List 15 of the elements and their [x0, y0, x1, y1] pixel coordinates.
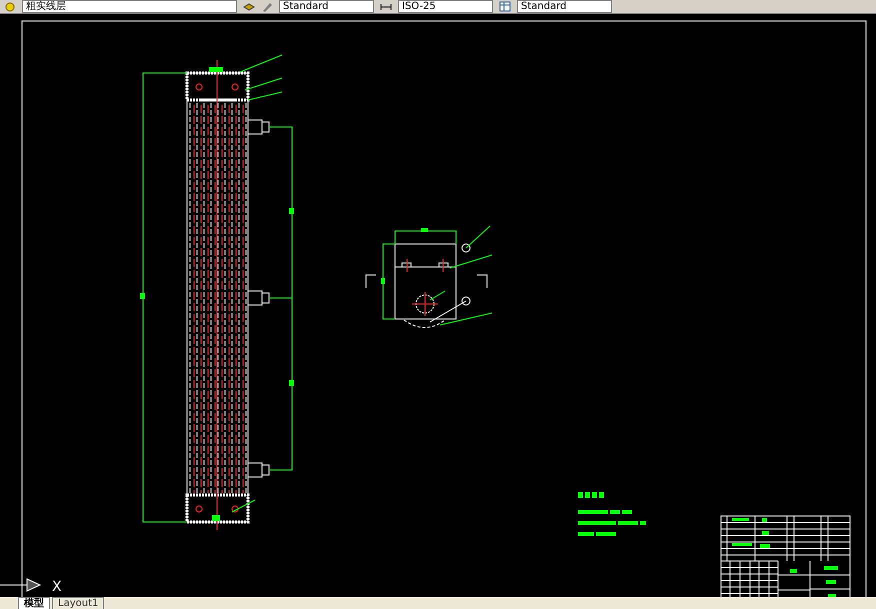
pen-icon[interactable] — [261, 1, 273, 12]
layer-icon[interactable] — [4, 1, 16, 12]
axis-label: X — [52, 579, 62, 595]
table-icon[interactable] — [499, 1, 511, 12]
ucs-icon — [0, 578, 42, 592]
table-style-dropdown[interactable]: Standard — [517, 0, 612, 13]
text-style-dropdown[interactable]: Standard — [279, 0, 374, 13]
layout-tab[interactable]: Layout1 — [52, 597, 104, 609]
layer-dropdown[interactable]: 粗实线层 — [22, 0, 237, 13]
layout-tab[interactable]: 模型 — [18, 597, 50, 609]
layers-icon[interactable] — [243, 1, 255, 12]
drawing-canvas[interactable]: X — [0, 14, 876, 597]
dimension-icon[interactable] — [380, 1, 392, 12]
dimension-style-dropdown[interactable]: ISO-25 — [398, 0, 493, 13]
technical-notes-drawing — [578, 492, 646, 536]
